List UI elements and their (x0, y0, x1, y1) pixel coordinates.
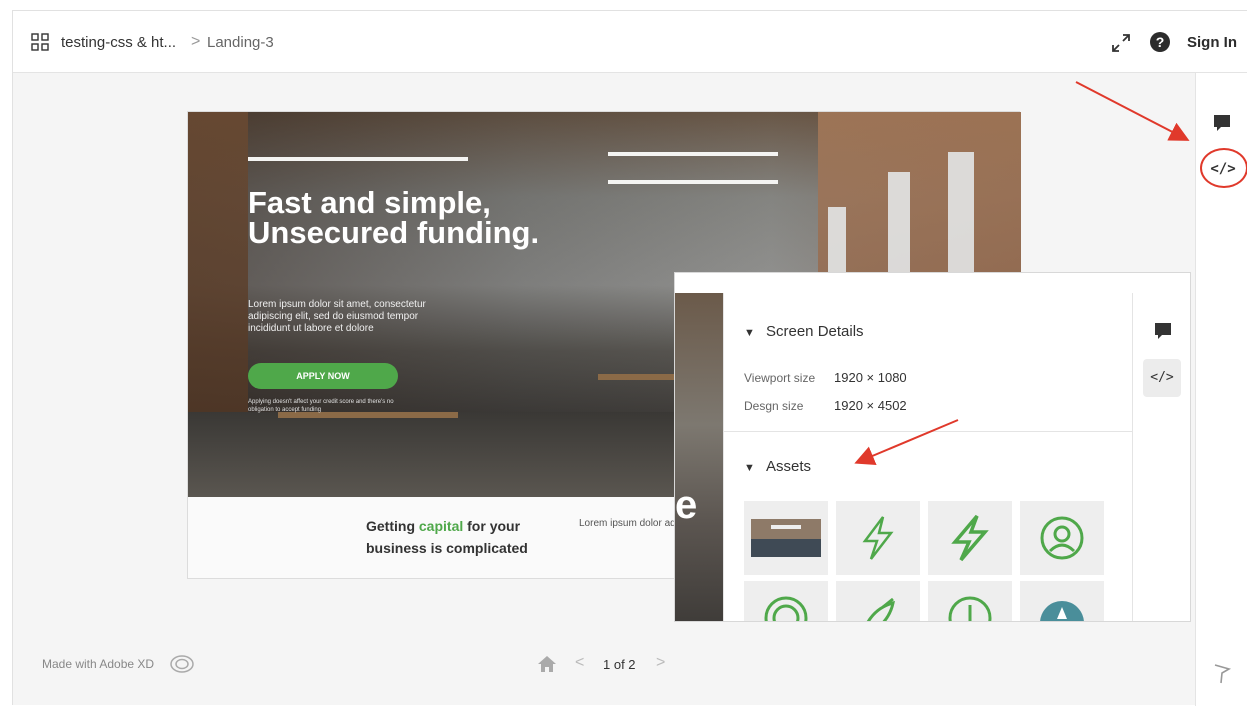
assets-header[interactable]: ▼ Assets (744, 458, 811, 475)
chevron-down-icon: ▼ (744, 462, 755, 474)
grid-icon[interactable] (31, 33, 49, 51)
band-heading: Getting capital for your business is com… (366, 518, 528, 556)
asset-rocket-icon[interactable] (836, 581, 920, 621)
top-bar: testing-css & ht... > Landing-3 ? Sign I… (13, 11, 1247, 73)
viewport-size-label: Viewport size (744, 371, 816, 385)
screen-details-header[interactable]: ▼ Screen Details (744, 323, 864, 340)
asset-lightning-outline-icon[interactable] (836, 501, 920, 575)
xd-share-viewer: testing-css & ht... > Landing-3 ? Sign I… (12, 10, 1247, 706)
design-size-value: 1920 × 4502 (834, 398, 907, 413)
design-size-label: Desgn size (744, 399, 804, 413)
band-heading-accent: capital (418, 518, 464, 534)
asset-office-photo[interactable] (744, 501, 828, 575)
hero-body-text: Lorem ipsum dolor sit amet, consectetur … (248, 299, 426, 334)
hero-ceiling-light (608, 180, 778, 184)
viewport-size-value: 1920 × 1080 (834, 370, 907, 385)
asset-lightning-bold-icon[interactable] (928, 501, 1012, 575)
asset-dollar-circle-icon[interactable] (928, 581, 1012, 621)
code-icon[interactable]: </> (1143, 359, 1181, 397)
hero-ceiling-light (608, 152, 778, 156)
sign-in-button[interactable]: Sign In (1187, 34, 1237, 51)
flag-icon[interactable] (1212, 663, 1232, 685)
made-with-adobe-xd[interactable]: Made with Adobe XD (42, 657, 154, 671)
band-body-text: Lorem ipsum dolor adipiscing elit, sed u… (579, 518, 679, 529)
asset-cloud-icon[interactable] (1020, 581, 1104, 621)
help-icon[interactable]: ? (1150, 32, 1170, 52)
previous-screen-button[interactable]: < (575, 654, 584, 672)
expand-icon[interactable] (1111, 33, 1131, 53)
page-indicator: 1 of 2 (603, 657, 636, 672)
breadcrumb-project[interactable]: testing-css & ht... (61, 34, 176, 51)
apply-now-button[interactable]: APPLY NOW (248, 363, 398, 389)
asset-target-icon[interactable] (744, 581, 828, 621)
section-divider (724, 431, 1133, 432)
inspect-right-rail: </> (1132, 293, 1190, 621)
breadcrumb-chevron-icon: > (191, 33, 201, 50)
asset-user-circle-icon[interactable] (1020, 501, 1104, 575)
creative-cloud-icon (170, 655, 194, 673)
hero-fine-print: Applying doesn't affect your credit scor… (248, 399, 394, 413)
inspect-panel: ▼ Screen Details Viewport size 1920 × 108… (723, 293, 1133, 621)
right-rail: </> (1195, 73, 1247, 706)
comment-icon[interactable] (1153, 321, 1173, 341)
chevron-down-icon: ▼ (744, 327, 755, 339)
hero-title: Fast and simple, Unsecured funding. (248, 185, 540, 250)
annotation-circle (1200, 148, 1247, 188)
inspect-panel-screenshot: e ▼ Screen Details Viewport size 1920 × 1… (674, 272, 1191, 622)
inspect-background-photo: e (675, 293, 723, 621)
breadcrumb-screen[interactable]: Landing-3 (207, 34, 274, 51)
home-icon[interactable] (537, 655, 557, 673)
comment-icon[interactable] (1212, 113, 1232, 133)
hero-ceiling-light (248, 157, 468, 161)
next-screen-button[interactable]: > (656, 654, 665, 672)
